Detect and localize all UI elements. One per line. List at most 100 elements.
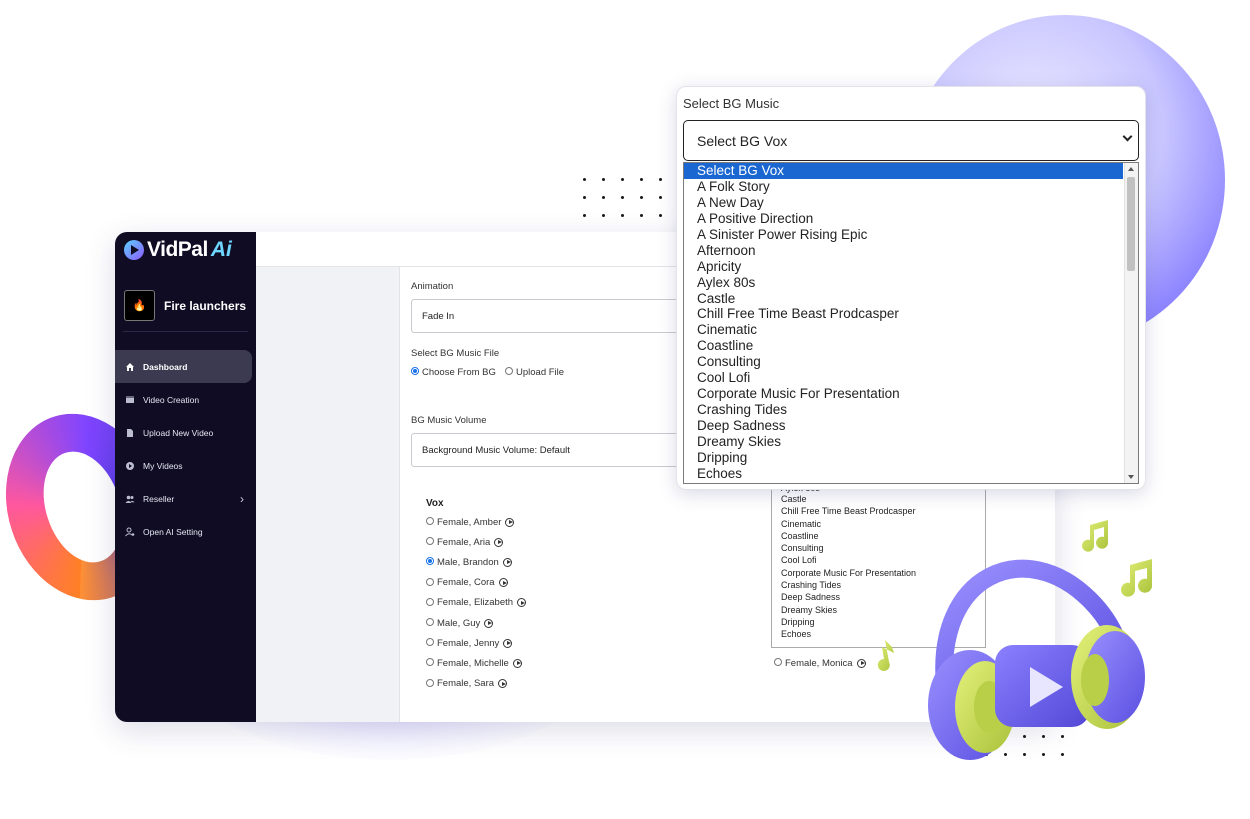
sidebar-item-label: My Videos: [143, 460, 183, 471]
choose-from-bg-radio[interactable]: Choose From BG: [411, 367, 496, 378]
sidebar: VidPal Ai 🔥 Fire launchers Dashboard Vide…: [115, 232, 256, 722]
dropdown-option[interactable]: A Positive Direction: [684, 211, 1138, 227]
dropdown-option[interactable]: Coastline: [684, 338, 1138, 354]
dropdown-option[interactable]: Castle: [684, 291, 1138, 307]
dropdown-option[interactable]: Crashing Tides: [684, 402, 1138, 418]
scrollbar[interactable]: [1124, 163, 1138, 483]
headphones-illustration: [877, 520, 1153, 760]
play-icon[interactable]: [502, 557, 512, 567]
play-circle-icon: [125, 461, 135, 471]
vox-option[interactable]: Female, Sara: [426, 674, 526, 694]
sidebar-item-video-creation[interactable]: Video Creation: [115, 383, 256, 416]
dropdown-option[interactable]: A Folk Story: [684, 179, 1138, 195]
vox-option[interactable]: Male, Guy: [426, 613, 526, 633]
dropdown-option[interactable]: A New Day: [684, 195, 1138, 211]
sidebar-item-label: Video Creation: [143, 394, 200, 405]
dropdown-option[interactable]: Aylex 80s: [684, 275, 1138, 291]
vox-option[interactable]: Female, Jenny: [426, 633, 526, 653]
bg-music-select[interactable]: Select BG Vox: [683, 120, 1139, 161]
vox-option[interactable]: Female, Michelle: [426, 653, 526, 673]
scrollbar-thumb[interactable]: [1127, 177, 1135, 271]
play-icon[interactable]: [498, 679, 508, 689]
dropdown-option[interactable]: Echoes: [684, 466, 1138, 482]
dropdown-option[interactable]: Apricity: [684, 259, 1138, 275]
dropdown-option[interactable]: Dripping: [684, 450, 1138, 466]
sidebar-item-upload-new-video[interactable]: Upload New Video: [115, 416, 256, 449]
play-icon[interactable]: [498, 578, 508, 588]
bg-music-options-list[interactable]: Select BG Vox A Folk Story A New Day A P…: [683, 162, 1139, 484]
vox-radio[interactable]: [426, 597, 434, 606]
list-item[interactable]: Castle: [772, 493, 985, 505]
vox-option-label: Female, Elizabeth: [437, 597, 514, 609]
radio-unselected[interactable]: [505, 367, 513, 376]
users-icon: [125, 494, 135, 504]
brand-block: 🔥 Fire launchers: [124, 290, 246, 321]
vox-radio[interactable]: [426, 678, 434, 687]
choose-from-bg-label: Choose From BG: [422, 367, 496, 378]
upload-file-label: Upload File: [516, 367, 565, 378]
dropdown-option-selected[interactable]: Select BG Vox: [684, 163, 1123, 179]
vox-option[interactable]: Male, Brandon: [426, 552, 526, 572]
play-icon[interactable]: [494, 537, 504, 547]
user-gear-icon: [125, 527, 135, 537]
vox-radio[interactable]: [426, 618, 434, 627]
play-icon[interactable]: [512, 658, 522, 668]
sidebar-item-reseller[interactable]: Reseller ›: [115, 482, 256, 515]
sidebar-item-dashboard[interactable]: Dashboard: [115, 350, 252, 383]
dropdown-option[interactable]: Cool Lofi: [684, 370, 1138, 386]
vox-option-right[interactable]: Female, Monica: [774, 653, 866, 673]
dropdown-option[interactable]: Dreamy Skies: [684, 434, 1138, 450]
play-icon[interactable]: [503, 638, 513, 648]
bg-music-dropdown-card: Select BG Music Select BG Vox Select BG …: [676, 86, 1146, 490]
logo-ai-text: Ai: [210, 238, 232, 261]
scroll-up-arrow-icon[interactable]: [1128, 167, 1134, 171]
brand-avatar: 🔥: [124, 290, 155, 321]
vox-option[interactable]: Female, Cora: [426, 573, 526, 593]
sidebar-item-open-ai-setting[interactable]: Open AI Setting: [115, 515, 256, 548]
vox-option-label: Female, Jenny: [437, 637, 500, 649]
vox-radio-selected[interactable]: [426, 557, 434, 566]
vox-radio[interactable]: [426, 638, 434, 647]
vox-title: Vox: [426, 498, 444, 509]
home-icon: [125, 362, 135, 372]
decorative-dots-top: [583, 178, 678, 217]
dropdown-option[interactable]: Consulting: [684, 354, 1138, 370]
brand-name: Fire launchers: [164, 298, 247, 313]
dropdown-option[interactable]: Corporate Music For Presentation: [684, 386, 1138, 402]
vox-option-label: Female, Amber: [437, 516, 502, 528]
upload-file-radio[interactable]: Upload File: [505, 367, 564, 378]
dropdown-option[interactable]: Deep Sadness: [684, 418, 1138, 434]
sidebar-item-label: Reseller: [143, 493, 175, 504]
film-icon: [125, 395, 135, 405]
sidebar-item-my-videos[interactable]: My Videos: [115, 449, 256, 482]
vox-radio[interactable]: [426, 537, 434, 546]
bg-music-file-label: Select BG Music File: [411, 348, 500, 359]
sidebar-nav: Dashboard Video Creation Upload New Vide…: [115, 350, 256, 548]
play-icon[interactable]: [484, 618, 494, 628]
play-icon[interactable]: [856, 658, 866, 668]
chevron-right-icon[interactable]: ›: [240, 492, 244, 506]
scroll-down-arrow-icon[interactable]: [1128, 475, 1134, 479]
play-icon[interactable]: [517, 598, 527, 608]
app-logo[interactable]: VidPal Ai: [124, 236, 232, 264]
bg-music-select-value: Select BG Vox: [697, 132, 788, 149]
play-icon[interactable]: [505, 517, 515, 527]
vox-radio[interactable]: [426, 577, 434, 586]
dropdown-option[interactable]: Cinematic: [684, 322, 1138, 338]
vox-option-label: Female, Monica: [785, 657, 853, 669]
vox-option[interactable]: Female, Elizabeth: [426, 593, 527, 613]
chevron-down-icon[interactable]: [1122, 131, 1133, 142]
file-icon: [125, 428, 135, 438]
dropdown-option[interactable]: Chill Free Time Beast Prodcasper: [684, 306, 1138, 322]
logo-text: VidPal: [147, 238, 208, 261]
radio-selected[interactable]: [411, 367, 419, 376]
dropdown-option[interactable]: Afternoon: [684, 243, 1138, 259]
vox-option[interactable]: Female, Amber: [426, 512, 526, 532]
vox-radio[interactable]: [774, 658, 782, 667]
vox-radio[interactable]: [426, 658, 434, 667]
vox-radio[interactable]: [426, 517, 434, 526]
vox-option-label: Male, Brandon: [437, 556, 499, 568]
dropdown-option[interactable]: A Sinister Power Rising Epic: [684, 227, 1138, 243]
vox-option[interactable]: Female, Aria: [426, 532, 526, 552]
bg-music-title: Select BG Music: [683, 96, 780, 111]
